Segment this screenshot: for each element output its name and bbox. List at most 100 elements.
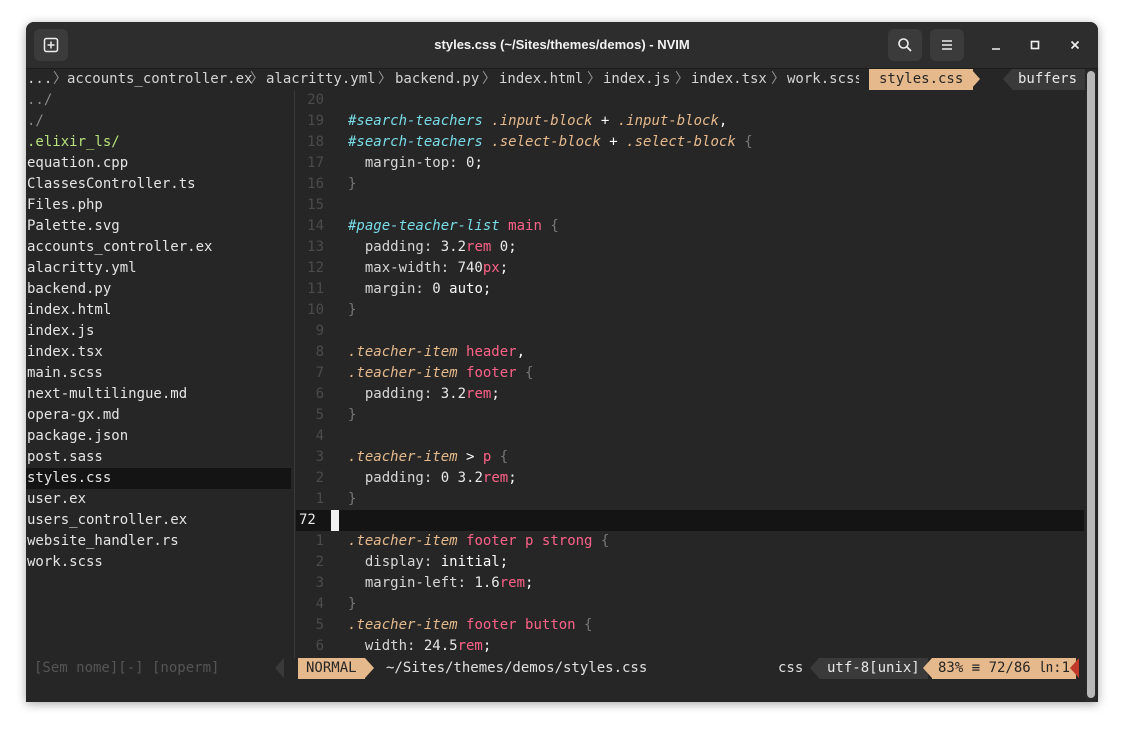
file-tree[interactable]: .././.elixir_ls/equation.cpp ClassesContr… — [26, 90, 295, 658]
code-token: { — [600, 533, 610, 549]
line-number: 8 — [315, 344, 324, 360]
code-line[interactable]: #search-teachers .select-block + .select… — [348, 132, 753, 153]
code-token: 740 — [457, 260, 483, 276]
minimize-button[interactable] — [985, 34, 1007, 56]
code-line[interactable]: } — [348, 174, 356, 195]
code-line[interactable]: .teacher-item footer { — [348, 363, 533, 384]
tree-item[interactable]: next-multilingue.md — [26, 384, 294, 405]
line-number: 14 — [307, 218, 324, 234]
tab-index-tsx[interactable]: index.tsx — [691, 69, 767, 90]
line-number: 2 — [315, 554, 324, 570]
tree-item[interactable]: Palette.svg — [26, 216, 294, 237]
code-token: .teacher-item — [348, 617, 458, 633]
line-number: 3 — [315, 449, 324, 465]
code-token: width: — [348, 638, 424, 654]
code-token: } — [348, 491, 357, 507]
code-line[interactable]: } — [348, 405, 356, 426]
tab-alacritty[interactable]: alacritty.yml — [266, 69, 376, 90]
code-line[interactable]: max-width: 740px; — [348, 258, 508, 279]
code-token: #page-teacher-list — [348, 218, 500, 234]
code-line[interactable]: margin-top: 0; — [348, 153, 483, 174]
code-token: + — [600, 134, 627, 150]
code-line[interactable]: padding: 3.2rem; — [348, 384, 500, 405]
tree-item[interactable]: styles.css — [26, 468, 291, 489]
cursor-position: 83% ≡ 72/86 ㏑:1 — [932, 658, 1077, 679]
title-bar: styles.css (~/Sites/themes/demos) - NVIM — [26, 22, 1098, 69]
code-token: ; — [474, 155, 483, 171]
code-line[interactable]: } — [348, 489, 356, 510]
hamburger-menu-icon — [942, 40, 952, 50]
line-number: 15 — [307, 197, 324, 213]
code-line[interactable]: padding: 0 3.2rem; — [348, 468, 517, 489]
code-line[interactable]: .teacher-item header, — [348, 342, 525, 363]
tree-item[interactable]: work.scss — [26, 552, 294, 573]
code-token: padding: — [348, 470, 441, 486]
tab-overflow[interactable]: ... — [27, 69, 52, 90]
nvim-terminal[interactable]: ... 〉 accounts_controller.ex 〉 alacritty… — [26, 69, 1098, 702]
tree-item[interactable]: index.html — [26, 300, 294, 321]
code-token: } — [348, 596, 357, 612]
tree-item[interactable]: Files.php — [26, 195, 294, 216]
tree-item[interactable]: .elixir_ls/ — [26, 132, 294, 153]
code-line[interactable]: #page-teacher-list main { — [348, 216, 559, 237]
tree-item[interactable]: opera-gx.md — [26, 405, 294, 426]
code-token: ; — [508, 239, 517, 255]
code-line[interactable]: } — [348, 594, 356, 615]
tree-item[interactable]: ClassesController.ts — [26, 174, 294, 195]
code-token: .select-block — [491, 134, 601, 150]
tree-item[interactable]: website_handler.rs — [26, 531, 294, 552]
line-number: 72 — [299, 512, 316, 528]
tree-item[interactable]: package.json — [26, 426, 294, 447]
tab-index-js[interactable]: index.js — [603, 69, 670, 90]
code-line[interactable]: .teacher-item footer button { — [348, 615, 592, 636]
menu-button[interactable] — [930, 29, 964, 61]
code-line[interactable]: padding: 3.2rem 0; — [348, 237, 517, 258]
code-token: auto; — [440, 281, 492, 297]
maximize-button[interactable] — [1024, 34, 1046, 56]
file-path: ~/Sites/themes/demos/styles.css — [386, 660, 648, 676]
code-token: ; — [482, 638, 492, 654]
tree-item[interactable]: main.scss — [26, 363, 294, 384]
code-token: margin-top: — [348, 155, 467, 171]
code-line[interactable]: #search-teachers .input-block + .input-b… — [348, 111, 727, 132]
tree-item[interactable]: post.sass — [26, 447, 294, 468]
tree-item[interactable]: backend.py — [26, 279, 294, 300]
tree-item[interactable]: index.js — [26, 321, 294, 342]
tab-index-html[interactable]: index.html — [499, 69, 583, 90]
tree-item[interactable]: ./ — [26, 111, 294, 132]
encoding: utf-8[unix] — [819, 658, 928, 679]
close-button[interactable] — [1064, 34, 1086, 56]
tree-item[interactable]: ../ — [26, 90, 294, 111]
tab-styles-css-active[interactable]: styles.css — [869, 69, 974, 90]
tree-item[interactable]: users_controller.ex — [26, 510, 294, 531]
buffers-label[interactable]: buffers — [1012, 69, 1086, 90]
tree-item[interactable]: alacritty.yml — [26, 258, 294, 279]
tree-item[interactable]: user.ex — [26, 489, 294, 510]
code-line[interactable]: margin-left: 1.6rem; — [348, 573, 534, 594]
code-line[interactable]: } — [348, 300, 356, 321]
tab-accounts-controller[interactable]: accounts_controller.ex — [67, 69, 252, 90]
line-number: 4 — [315, 596, 324, 612]
code-line[interactable]: display: initial; — [348, 552, 508, 573]
tree-item[interactable]: index.tsx — [26, 342, 294, 363]
code-token: 3.2 — [457, 470, 483, 486]
statusline: [Sem nome][-] [noperm] NORMAL ~/Sites/th… — [26, 658, 1084, 679]
code-line[interactable]: width: 24.5rem; — [348, 636, 491, 657]
tab-work-scss[interactable]: work.scss — [787, 69, 863, 90]
code-line[interactable]: .teacher-item footer p strong { — [348, 531, 609, 552]
code-line[interactable]: margin: 0 auto; — [348, 279, 491, 300]
tab-backend[interactable]: backend.py — [395, 69, 479, 90]
tree-item[interactable]: equation.cpp — [26, 153, 294, 174]
line-number: 5 — [315, 407, 324, 423]
code-token: .teacher-item — [348, 449, 458, 465]
tree-item[interactable]: accounts_controller.ex — [26, 237, 294, 258]
scrollbar-thumb[interactable] — [1087, 71, 1095, 698]
code-editor[interactable]: 20 19 #search-teachers .input-block + .inp… — [296, 90, 1084, 658]
search-button[interactable] — [888, 29, 922, 61]
code-line[interactable]: .teacher-item > p { — [348, 447, 508, 468]
